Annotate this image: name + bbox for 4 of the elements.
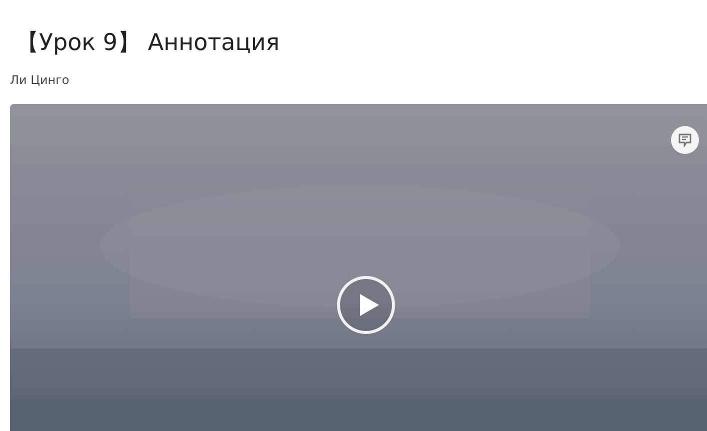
play-icon <box>358 293 380 317</box>
author-name: Ли Цинго <box>10 72 70 88</box>
speech-bubble-icon <box>677 132 693 148</box>
lesson-title: 【Урок 9】 Аннотация <box>16 29 281 58</box>
